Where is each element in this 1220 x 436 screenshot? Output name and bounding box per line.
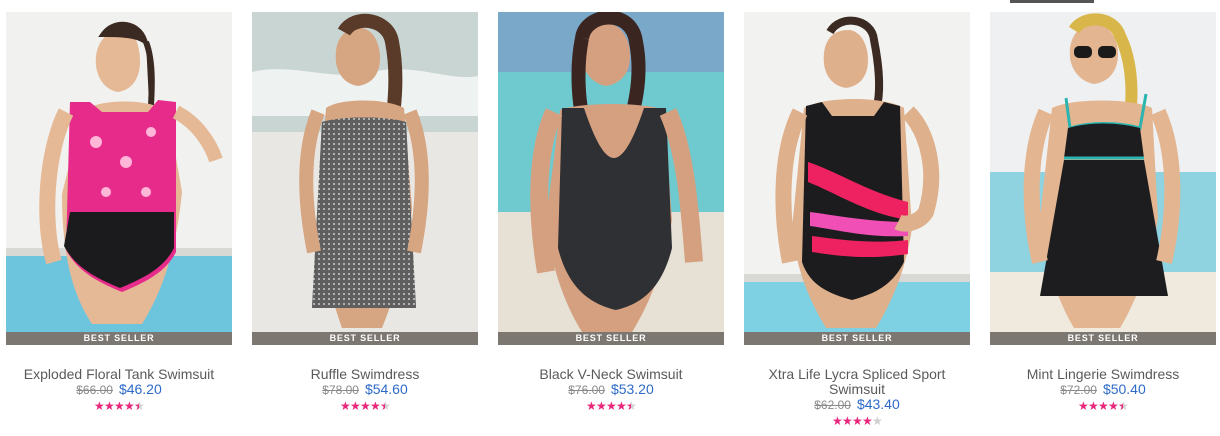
star-icon: ★: [842, 414, 853, 428]
star-icon: ★: [340, 399, 351, 413]
star-icon: ★: [1088, 399, 1099, 413]
product-image[interactable]: [744, 12, 970, 332]
product-card[interactable]: BEST SELLER Xtra Life Lycra Spliced Spor…: [744, 12, 970, 428]
star-icon: ★: [586, 399, 597, 413]
price-row: $72.00 $50.40: [990, 382, 1216, 398]
product-name[interactable]: Mint Lingerie Swimdress: [990, 367, 1216, 382]
star-icon: ★: [1108, 399, 1119, 413]
star-icon: ★: [616, 399, 627, 413]
product-card[interactable]: BEST SELLER Mint Lingerie Swimdress $72.…: [990, 12, 1216, 413]
product-image[interactable]: [498, 12, 724, 332]
best-seller-badge: BEST SELLER: [744, 332, 970, 345]
product-name[interactable]: Ruffle Swimdress: [252, 367, 478, 382]
product-name[interactable]: Black V-Neck Swimsuit: [498, 367, 724, 382]
product-card[interactable]: BEST SELLER Exploded Floral Tank Swimsui…: [6, 12, 232, 413]
product-card[interactable]: BEST SELLER Black V-Neck Swimsuit $76.00…: [498, 12, 724, 413]
star-icon: ★: [124, 399, 135, 413]
sale-price: $43.40: [856, 396, 900, 412]
price-row: $78.00 $54.60: [252, 382, 478, 398]
half-star-icon: ★: [626, 399, 637, 413]
best-seller-badge: BEST SELLER: [990, 332, 1216, 345]
star-icon: ★: [1098, 399, 1109, 413]
star-icon: ★: [104, 399, 115, 413]
star-icon: ★: [606, 399, 617, 413]
star-icon: ★: [1078, 399, 1089, 413]
star-icon: ★: [862, 414, 873, 428]
sale-price: $50.40: [1102, 381, 1146, 397]
star-icon: ★: [350, 399, 361, 413]
original-price: $76.00: [568, 383, 605, 397]
product-name[interactable]: Xtra Life Lycra Spliced Sport Swimsuit: [744, 367, 970, 397]
star-icon: ★: [94, 399, 105, 413]
product-image[interactable]: [6, 12, 232, 332]
half-star-icon: ★: [380, 399, 391, 413]
original-price: $62.00: [814, 398, 851, 412]
rating-stars[interactable]: ★★★★★: [252, 399, 478, 413]
star-icon: ★: [832, 414, 843, 428]
best-seller-badge: BEST SELLER: [6, 332, 232, 345]
price-row: $62.00 $43.40: [744, 397, 970, 413]
star-icon: ★: [852, 414, 863, 428]
star-icon: ★: [596, 399, 607, 413]
best-seller-badge: BEST SELLER: [498, 332, 724, 345]
product-image[interactable]: [252, 12, 478, 332]
star-icon: ★: [370, 399, 381, 413]
price-row: $66.00 $46.20: [6, 382, 232, 398]
sale-price: $46.20: [118, 381, 162, 397]
product-name[interactable]: Exploded Floral Tank Swimsuit: [6, 367, 232, 382]
rating-stars[interactable]: ★★★★★: [498, 399, 724, 413]
original-price: $66.00: [76, 383, 113, 397]
original-price: $78.00: [322, 383, 359, 397]
product-card[interactable]: BEST SELLER Ruffle Swimdress $78.00 $54.6…: [252, 12, 478, 413]
star-icon: ★: [114, 399, 125, 413]
price-row: $76.00 $53.20: [498, 382, 724, 398]
star-icon: ★: [360, 399, 371, 413]
rating-stars[interactable]: ★★★★★: [990, 399, 1216, 413]
sale-price: $54.60: [364, 381, 408, 397]
original-price: $72.00: [1060, 383, 1097, 397]
sale-price: $53.20: [610, 381, 654, 397]
product-image[interactable]: [990, 12, 1216, 332]
rating-stars[interactable]: ★★★★★: [6, 399, 232, 413]
half-star-icon: ★: [134, 399, 145, 413]
rating-stars[interactable]: ★★★★★: [744, 414, 970, 428]
product-grid: BEST SELLER Exploded Floral Tank Swimsui…: [0, 0, 1220, 436]
empty-star-icon: ★: [872, 414, 883, 428]
best-seller-badge: BEST SELLER: [252, 332, 478, 345]
half-star-icon: ★: [1118, 399, 1129, 413]
